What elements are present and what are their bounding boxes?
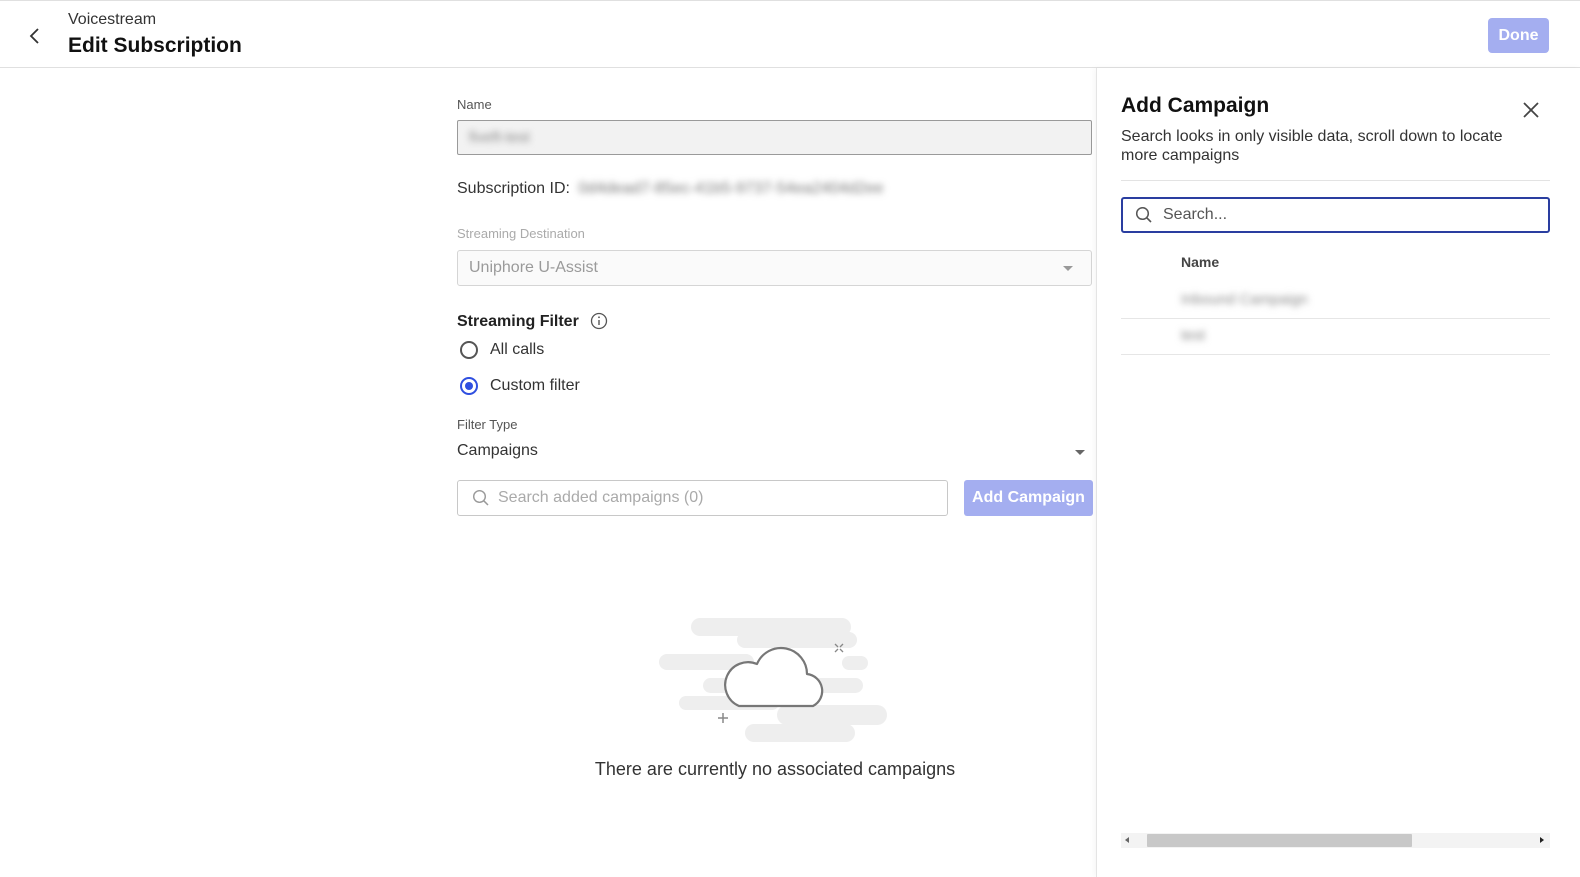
- search-placeholder: Search added campaigns (0): [498, 489, 704, 506]
- add-campaign-panel: Add Campaign Search looks in only visibl…: [1096, 68, 1580, 877]
- page-title: Edit Subscription: [68, 34, 242, 57]
- campaign-search-field[interactable]: [1121, 197, 1550, 233]
- panel-title: Add Campaign: [1121, 94, 1270, 117]
- radio-all-calls[interactable]: All calls: [460, 339, 544, 361]
- top-bar: Voicestream Edit Subscription Done: [0, 0, 1580, 68]
- name-input[interactable]: fiveft-test: [457, 120, 1092, 155]
- radio-button-selected[interactable]: [460, 377, 478, 395]
- table-row[interactable]: Inbound Campaign: [1121, 283, 1550, 319]
- name-label: Name: [457, 97, 492, 112]
- back-button[interactable]: [22, 23, 48, 49]
- search-icon: [1135, 206, 1152, 223]
- filter-type-label: Filter Type: [457, 417, 518, 432]
- subscription-form: Name fiveft-test Subscription ID: 0d4dea…: [457, 68, 1093, 877]
- radio-label: All calls: [490, 341, 545, 358]
- table-row[interactable]: test: [1121, 319, 1550, 355]
- panel-description: Search looks in only visible data, scrol…: [1121, 128, 1503, 164]
- streaming-filter-title: Streaming Filter: [457, 313, 579, 330]
- add-campaign-button[interactable]: Add Campaign: [964, 480, 1093, 516]
- campaign-search-input[interactable]: [1161, 205, 1525, 225]
- destination-label: Streaming Destination: [457, 226, 585, 241]
- chevron-down-icon: [1063, 266, 1073, 271]
- filter-type-select[interactable]: Campaigns: [457, 442, 1092, 466]
- radio-button[interactable]: [460, 341, 478, 359]
- filter-type-value: Campaigns: [457, 442, 538, 459]
- horizontal-scrollbar[interactable]: [1121, 833, 1550, 848]
- search-added-campaigns-input[interactable]: Search added campaigns (0): [457, 480, 948, 516]
- done-button[interactable]: Done: [1488, 18, 1549, 53]
- campaign-name: Inbound Campaign: [1181, 291, 1308, 308]
- subscription-id: Subscription ID: 0d4dead7-85ec-41b5-9737…: [457, 180, 884, 198]
- subscription-id-value: 0d4dead7-85ec-41b5-9737-54ea2404d2ee: [578, 180, 884, 197]
- scrollbar-thumb[interactable]: [1147, 834, 1412, 847]
- name-value: fiveft-test: [469, 129, 530, 146]
- chevron-down-icon: [1075, 450, 1085, 455]
- empty-state-message: There are currently no associated campai…: [594, 759, 956, 779]
- destination-select: Uniphore U-Assist: [457, 250, 1092, 286]
- scroll-left-icon[interactable]: [1125, 837, 1129, 843]
- subscription-id-label: Subscription ID:: [457, 180, 570, 197]
- destination-value: Uniphore U-Assist: [469, 259, 598, 276]
- campaign-name: test: [1181, 327, 1206, 344]
- scroll-right-icon[interactable]: [1540, 837, 1544, 843]
- chevron-left-icon: [29, 28, 39, 44]
- close-icon[interactable]: [1521, 100, 1541, 120]
- radio-custom-filter[interactable]: Custom filter: [460, 375, 580, 397]
- info-icon[interactable]: [590, 312, 608, 330]
- divider: [1121, 180, 1550, 181]
- column-header-name[interactable]: Name: [1181, 254, 1219, 270]
- radio-label: Custom filter: [490, 377, 580, 394]
- empty-cloud-illustration: [659, 618, 887, 742]
- search-icon: [472, 489, 489, 506]
- breadcrumb: Voicestream: [68, 11, 157, 28]
